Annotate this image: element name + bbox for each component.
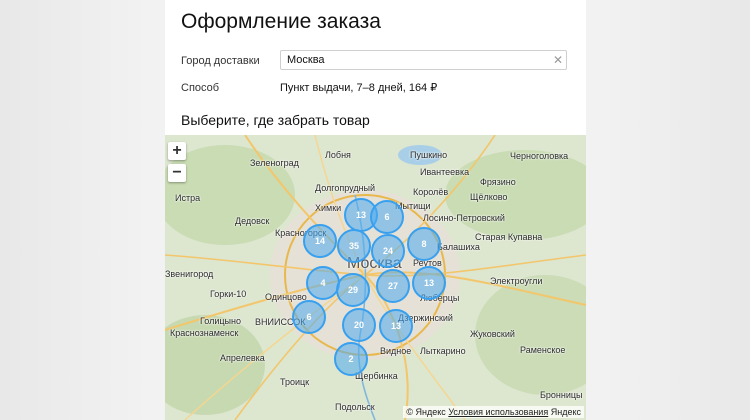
pickup-cluster[interactable]: 13 [379, 309, 413, 343]
place-label: Лосино-Петровский [423, 213, 505, 223]
place-label: Пушкино [410, 150, 448, 160]
pickup-cluster[interactable]: 20 [342, 308, 376, 342]
place-label: Ивантеевка [420, 167, 470, 177]
pickup-cluster[interactable]: 6 [292, 300, 326, 334]
place-label: Одинцово [265, 292, 307, 302]
place-label: Королёв [413, 187, 449, 197]
pickup-title: Выберите, где забрать товар [181, 112, 370, 128]
pickup-cluster[interactable]: 35 [337, 229, 371, 263]
pickup-cluster[interactable]: 13 [412, 266, 446, 300]
place-label: Лыткарино [420, 346, 466, 356]
yandex-logo[interactable]: Яндекс [551, 407, 581, 417]
place-label: Подольск [335, 402, 375, 412]
pickup-map[interactable]: + − Лобня Пушкино Черноголовка Зеленогра… [165, 135, 586, 420]
page-title: Оформление заказа [181, 10, 381, 33]
pickup-cluster[interactable]: 4 [306, 266, 340, 300]
place-label: Бронницы [540, 390, 583, 400]
pickup-cluster[interactable]: 24 [371, 234, 405, 268]
pickup-cluster[interactable]: 6 [370, 200, 404, 234]
method-label: Способ [181, 82, 220, 94]
copyright-owner: © Яндекс [406, 407, 446, 417]
map-copyright: © Яндекс Условия использования Яндекс [403, 406, 584, 418]
place-label: Черноголовка [510, 151, 569, 161]
pickup-cluster[interactable]: 27 [376, 269, 410, 303]
place-label: Голицыно [200, 316, 241, 326]
place-label: Жуковский [470, 329, 515, 339]
place-label: Зеленоград [250, 158, 299, 168]
pickup-cluster[interactable]: 8 [407, 227, 441, 261]
place-label: Щербинка [355, 371, 398, 381]
pickup-cluster[interactable]: 2 [334, 342, 368, 376]
place-label: Звенигород [165, 269, 214, 279]
place-label: Старая Купавна [475, 232, 543, 242]
place-label: Балашиха [437, 242, 480, 252]
place-label: Дедовск [235, 216, 270, 226]
zoom-out-button[interactable]: − [168, 164, 186, 182]
place-label: Краснознаменск [170, 328, 239, 338]
place-label: Апрелевка [220, 353, 265, 363]
place-label: Электроугли [490, 276, 543, 286]
pickup-cluster[interactable]: 29 [336, 273, 370, 307]
place-label: Раменское [520, 345, 566, 355]
place-label: Долгопрудный [315, 183, 376, 193]
terms-link[interactable]: Условия использования [448, 407, 548, 417]
checkout-panel: Оформление заказа Город доставки ✕ Спосо… [165, 0, 586, 420]
zoom-in-button[interactable]: + [168, 142, 186, 160]
place-label: Лобня [325, 150, 351, 160]
city-label: Город доставки [181, 55, 260, 67]
place-label: Троицк [280, 377, 310, 387]
city-input[interactable] [281, 54, 550, 66]
place-label: Химки [315, 203, 342, 213]
place-label: Горки-10 [210, 289, 247, 299]
clear-icon[interactable]: ✕ [550, 51, 566, 69]
pickup-cluster[interactable]: 14 [303, 224, 337, 258]
method-value: Пункт выдачи, 7–8 дней, 164 ₽ [280, 82, 438, 94]
place-label: Фрязино [480, 177, 516, 187]
place-label: Щёлково [470, 192, 508, 202]
city-field[interactable]: ✕ [280, 50, 567, 70]
place-label: Истра [175, 193, 201, 203]
place-label: Видное [380, 346, 412, 356]
